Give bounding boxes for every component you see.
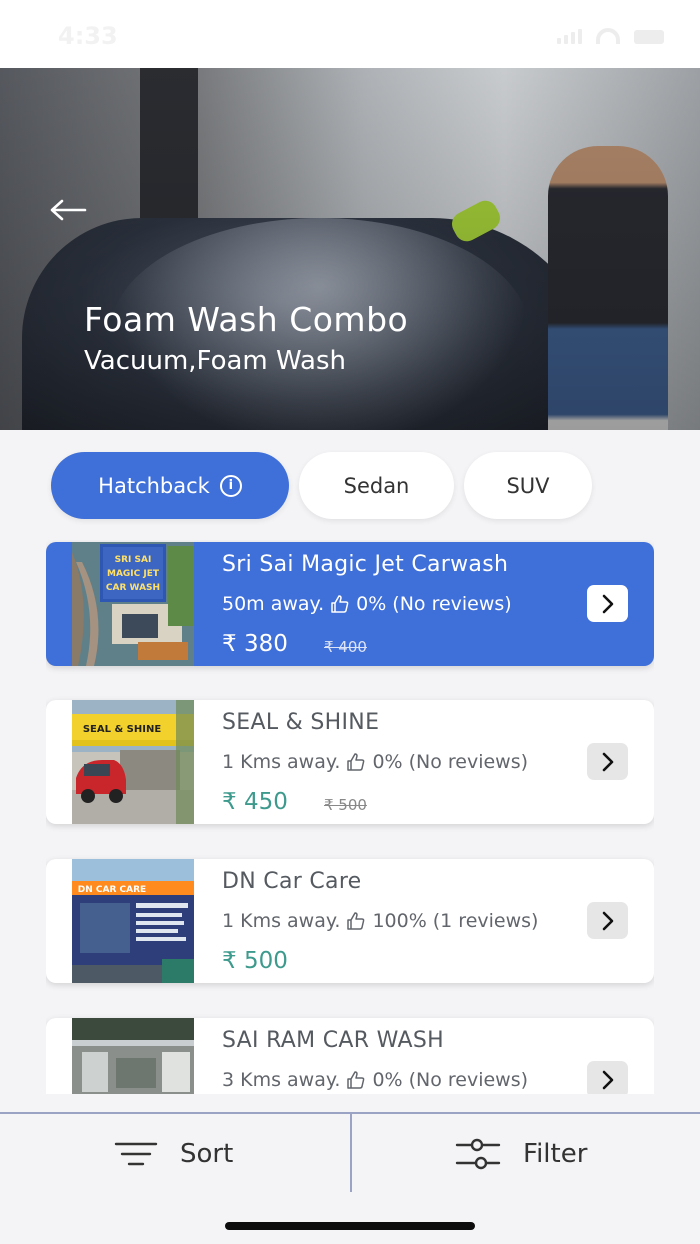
filter-label: Filter <box>523 1139 588 1169</box>
list-item[interactable]: DN CAR CARE DN Car Care 1 Kms away. 100%… <box>46 859 654 983</box>
distance-text: 3 Kms away. <box>222 1069 341 1091</box>
rating-text: 100% <box>372 910 427 932</box>
rating-text: 0% <box>372 1069 403 1091</box>
shop-meta: 50m away. 0% (No reviews) <box>222 593 512 615</box>
price: ₹ 500 <box>222 948 288 974</box>
service-title: Foam Wash Combo <box>84 300 409 339</box>
arrow-left-icon <box>50 199 87 221</box>
price: ₹ 380 <box>222 631 288 657</box>
sort-button[interactable]: Sort <box>114 1132 233 1176</box>
shop-thumbnail: DN CAR CARE <box>72 859 194 983</box>
shop-name: SEAL & SHINE <box>222 710 380 735</box>
filter-sliders-icon <box>455 1138 501 1170</box>
list-item[interactable]: SEAL & SHINE SEAL & SHINE 1 Kms away. 0%… <box>46 700 654 824</box>
tab-label: Sedan <box>343 473 410 498</box>
svg-text:MAGIC JET: MAGIC JET <box>107 569 160 579</box>
distance-text: 1 Kms away. <box>222 751 341 773</box>
home-indicator <box>225 1222 475 1230</box>
signal-icon <box>557 29 582 44</box>
status-bar: 4:33 <box>0 0 700 68</box>
sort-label: Sort <box>180 1139 234 1169</box>
distance-text: 50m away. <box>222 593 325 615</box>
shop-name: DN Car Care <box>222 869 362 894</box>
battery-icon <box>634 30 664 44</box>
carwash-list: SRI SAI MAGIC JET CAR WASH Sri Sai Magic… <box>46 540 654 1094</box>
back-button[interactable] <box>48 194 88 226</box>
open-shop-button[interactable] <box>587 743 628 780</box>
chevron-right-icon <box>602 752 613 771</box>
vehicle-type-tabs: Hatchback i Sedan SUV <box>51 452 592 519</box>
chevron-right-icon <box>602 911 613 930</box>
divider <box>350 1114 352 1192</box>
rating-text: 0% <box>372 751 403 773</box>
original-price: ₹ 400 <box>324 638 367 656</box>
chevron-right-icon <box>602 594 613 613</box>
tab-label: Hatchback <box>98 473 210 498</box>
info-icon[interactable]: i <box>219 474 242 497</box>
thumbs-up-icon <box>347 1071 365 1089</box>
status-time: 4:33 <box>58 22 118 50</box>
open-shop-button[interactable] <box>587 1061 628 1094</box>
thumbs-up-icon <box>347 753 365 771</box>
distance-text: 1 Kms away. <box>222 910 341 932</box>
list-item[interactable]: SAI RAM CAR WASH 3 Kms away. 0% (No revi… <box>46 1018 654 1094</box>
thumbs-up-icon <box>347 912 365 930</box>
shop-meta: 3 Kms away. 0% (No reviews) <box>222 1069 528 1091</box>
tab-label: SUV <box>506 473 550 498</box>
open-shop-button[interactable] <box>587 902 628 939</box>
reviews-text: (No reviews) <box>392 593 512 615</box>
filter-button[interactable]: Filter <box>455 1132 587 1176</box>
svg-text:SEAL & SHINE: SEAL & SHINE <box>83 724 161 735</box>
reviews-text: (No reviews) <box>408 1069 529 1091</box>
tab-sedan[interactable]: Sedan <box>299 452 454 519</box>
shop-thumbnail: SEAL & SHINE <box>72 700 194 824</box>
service-subtitle: Vacuum,Foam Wash <box>84 346 347 376</box>
rating-text: 0% <box>356 593 387 615</box>
status-icons <box>557 28 664 44</box>
svg-text:SRI SAI: SRI SAI <box>115 555 152 565</box>
tab-suv[interactable]: SUV <box>464 452 592 519</box>
sort-icon <box>114 1142 158 1166</box>
open-shop-button[interactable] <box>587 585 628 622</box>
list-item[interactable]: SRI SAI MAGIC JET CAR WASH Sri Sai Magic… <box>46 542 654 666</box>
tab-hatchback[interactable]: Hatchback i <box>51 452 289 519</box>
chevron-right-icon <box>602 1070 613 1089</box>
original-price: ₹ 500 <box>324 796 367 814</box>
price: ₹ 450 <box>222 789 288 815</box>
shop-thumbnail <box>72 1018 194 1094</box>
wifi-icon <box>596 28 620 44</box>
shop-thumbnail: SRI SAI MAGIC JET CAR WASH <box>72 542 194 666</box>
thumbs-up-icon <box>331 595 349 613</box>
shop-name: SAI RAM CAR WASH <box>222 1028 444 1053</box>
shop-meta: 1 Kms away. 0% (No reviews) <box>222 751 528 773</box>
svg-text:CAR WASH: CAR WASH <box>106 583 160 593</box>
reviews-text: (1 reviews) <box>432 910 539 932</box>
shop-name: Sri Sai Magic Jet Carwash <box>222 552 509 577</box>
shop-meta: 1 Kms away. 100% (1 reviews) <box>222 910 538 932</box>
reviews-text: (No reviews) <box>408 751 529 773</box>
svg-text:DN CAR CARE: DN CAR CARE <box>78 885 146 895</box>
